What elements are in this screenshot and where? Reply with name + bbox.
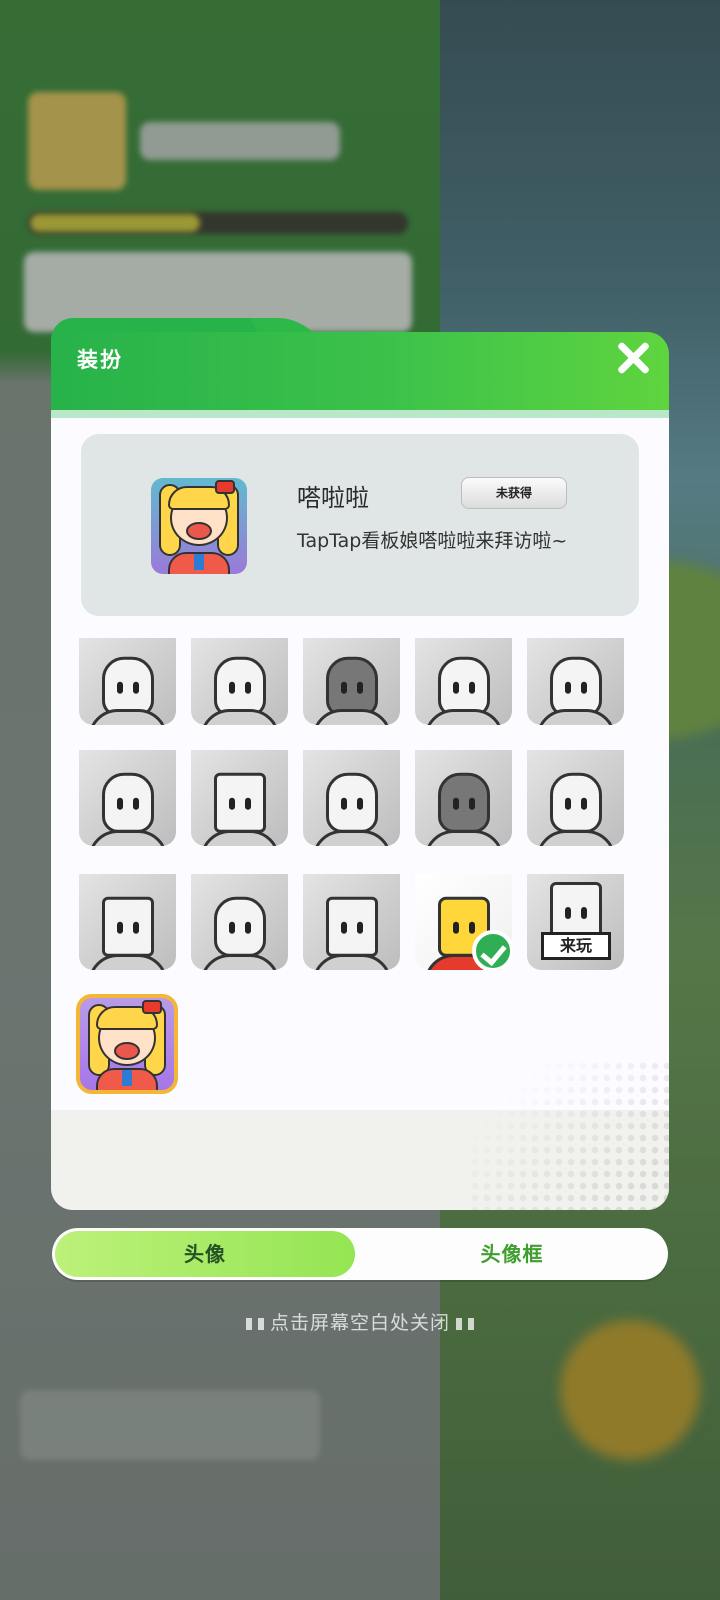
dialog-body: 嗒啦啦 未获得 TapTap看板娘嗒啦啦来拜访啦~ 来玩 xyxy=(51,418,669,1210)
avatar-item-equipped[interactable] xyxy=(415,874,512,970)
avatar-item[interactable]: 来玩 xyxy=(527,874,624,970)
avatar-item[interactable] xyxy=(303,638,400,725)
girl-avatar-image xyxy=(80,998,174,1090)
selected-item-card: 嗒啦啦 未获得 TapTap看板娘嗒啦啦来拜访啦~ xyxy=(81,434,639,616)
avatar-item[interactable] xyxy=(415,638,512,725)
dialog-header xyxy=(51,332,669,418)
selected-item-preview xyxy=(151,478,247,574)
avatar-item[interactable] xyxy=(527,750,624,846)
avatar-item[interactable] xyxy=(527,638,624,725)
status-badge: 未获得 xyxy=(461,477,567,509)
close-icon[interactable] xyxy=(615,340,651,376)
dress-up-dialog: 装扮 嗒啦啦 未获得 TapTap看板娘嗒啦啦来拜访啦~ 来玩 xyxy=(51,318,669,1210)
avatar-item[interactable] xyxy=(191,874,288,970)
header-divider xyxy=(51,410,669,418)
avatar-item[interactable] xyxy=(79,874,176,970)
avatar-item[interactable] xyxy=(191,638,288,725)
girl-avatar-image xyxy=(151,478,247,574)
avatar-item[interactable] xyxy=(303,874,400,970)
tab-avatar-frame[interactable]: 头像框 xyxy=(362,1231,662,1277)
avatar-sign-text: 来玩 xyxy=(541,932,611,960)
avatar-item[interactable] xyxy=(415,750,512,846)
decorative-dot-pattern xyxy=(469,1060,669,1210)
category-tab-switch: 头像 头像框 xyxy=(52,1228,668,1280)
avatar-item[interactable] xyxy=(303,750,400,846)
avatar-item[interactable] xyxy=(79,750,176,846)
pixel-decoration-icon xyxy=(245,1317,264,1330)
close-hint: 点击屏幕空白处关闭 xyxy=(0,1308,720,1335)
avatar-item[interactable] xyxy=(191,750,288,846)
pixel-decoration-icon xyxy=(456,1317,474,1330)
selected-item-name: 嗒啦啦 xyxy=(297,484,369,512)
avatar-item[interactable] xyxy=(79,638,176,725)
selected-item-description: TapTap看板娘嗒啦啦来拜访啦~ xyxy=(297,530,568,552)
tab-avatar[interactable]: 头像 xyxy=(55,1231,355,1277)
check-icon xyxy=(472,930,512,970)
close-hint-text: 点击屏幕空白处关闭 xyxy=(269,1312,450,1334)
dialog-title: 装扮 xyxy=(77,348,123,372)
avatar-item-selected[interactable] xyxy=(76,994,178,1094)
